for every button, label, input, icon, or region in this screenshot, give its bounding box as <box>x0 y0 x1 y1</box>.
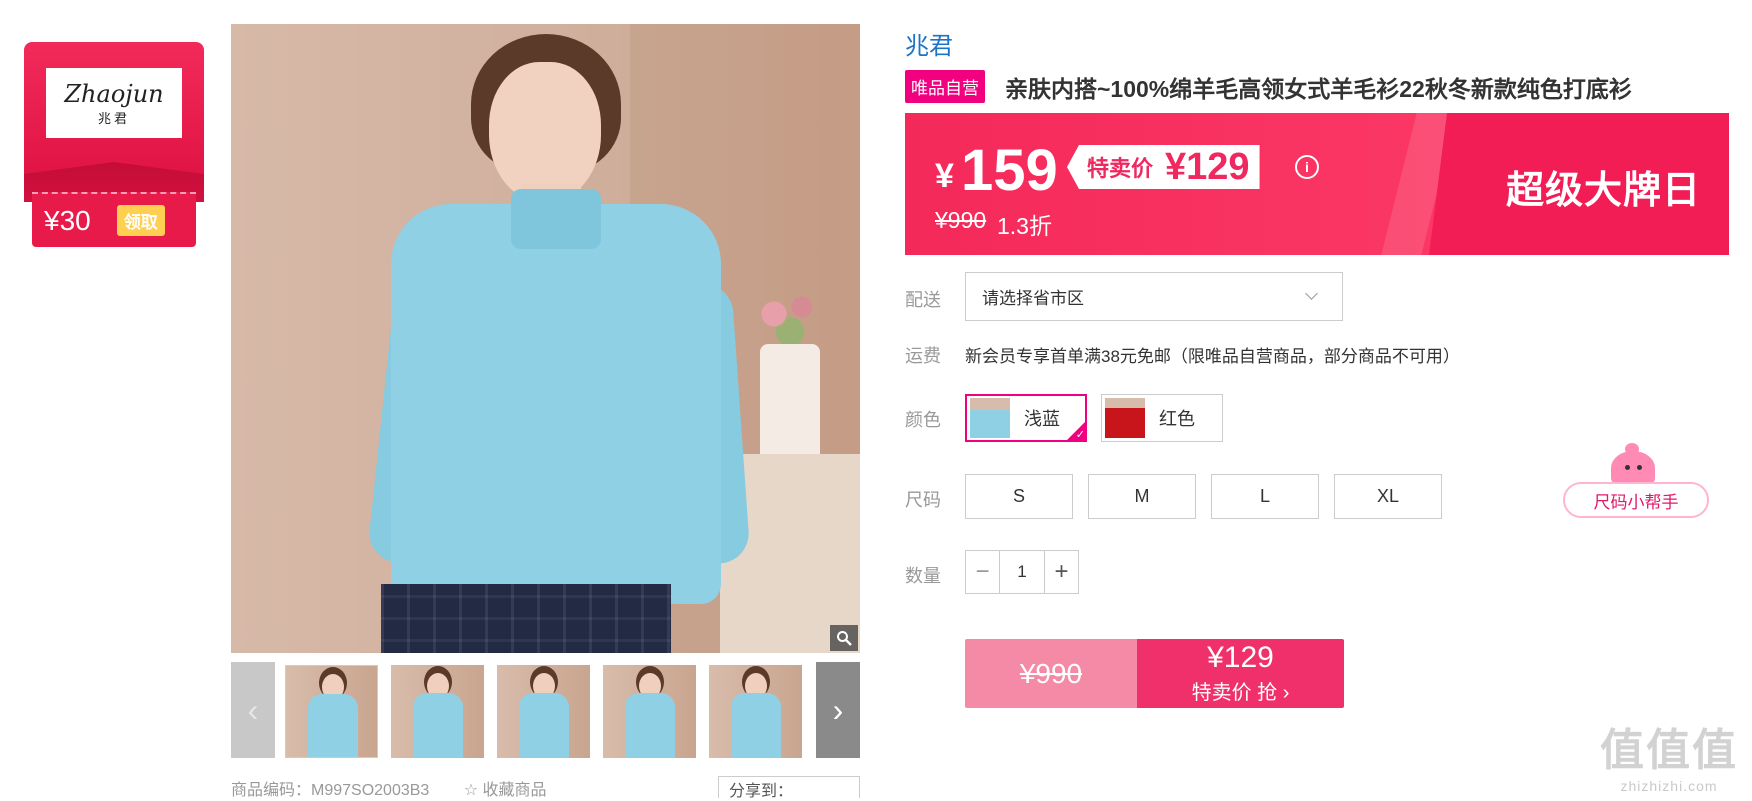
info-icon[interactable]: i <box>1295 155 1319 179</box>
thumbnail-figure-body <box>519 693 569 758</box>
quantity-input[interactable]: 1 <box>1000 551 1044 593</box>
thumbnail-figure-body <box>413 693 463 758</box>
special-price-value: ¥129 <box>1165 145 1250 188</box>
buy-cta-label: 特卖价 抢 › <box>1191 682 1290 704</box>
thumbnail-figure-body <box>308 694 358 757</box>
color-option-label: 红色 <box>1159 409 1195 429</box>
buy-special-price: ¥129 <box>1207 641 1274 674</box>
special-price-tag: 特卖价 ¥129 <box>1067 145 1260 189</box>
minus-icon[interactable]: − <box>966 551 1000 593</box>
promo-title: 超级大牌日 <box>1505 170 1701 212</box>
product-title: 亲肤内搭~100%绵羊毛高领女式羊毛衫22秋冬新款纯色打底衫 <box>1005 76 1632 102</box>
coupon-amount: ¥30 <box>44 204 91 236</box>
chevron-down-icon <box>1305 287 1318 300</box>
quantity-label: 数量 <box>905 566 941 586</box>
plus-icon[interactable]: + <box>1044 551 1078 593</box>
chevron-left-icon[interactable]: ‹ <box>231 662 275 758</box>
thumbnail-strip: ‹ › <box>231 662 860 758</box>
region-select[interactable]: 请选择省市区 <box>965 272 1343 321</box>
thumbnail[interactable] <box>391 665 484 758</box>
thumbnail[interactable] <box>497 665 590 758</box>
share-label: 分享到： <box>729 783 794 800</box>
thumbnail-figure-body <box>731 693 781 758</box>
discount-rate: 1.3折 <box>997 213 1052 239</box>
color-option-label: 浅蓝 <box>1024 409 1060 429</box>
shipping-label: 运费 <box>905 346 941 366</box>
original-price: ¥990 <box>935 207 987 233</box>
color-swatch <box>970 398 1010 438</box>
price-banner: ¥ 159 特卖价 ¥129 i ¥990 1.3折 超级大牌日 <box>905 113 1729 255</box>
mascot-eye <box>1637 465 1642 470</box>
thumbnail[interactable] <box>709 665 802 758</box>
quantity-stepper: − 1 + <box>965 550 1079 594</box>
coupon-claim-button[interactable]: 领取 <box>116 205 165 236</box>
watermark: 值值值 zhizhizhi.com <box>1594 714 1744 794</box>
self-operated-badge: 唯品自营 <box>905 70 985 103</box>
shipping-info: 新会员专享首单满38元免邮（限唯品自营商品，部分商品不可用） <box>965 347 1460 366</box>
photo-flowers <box>750 279 830 349</box>
color-label: 颜色 <box>905 410 941 430</box>
delivery-label: 配送 <box>905 290 941 310</box>
watermark-url: zhizhizhi.com <box>1620 778 1718 794</box>
main-product-image[interactable] <box>231 24 860 653</box>
thumbnail[interactable] <box>603 665 696 758</box>
photo-sweater <box>391 204 721 604</box>
color-option-red[interactable]: 红色 <box>1101 394 1223 442</box>
size-helper-button[interactable]: 尺码小帮手 <box>1563 482 1709 518</box>
mascot-icon <box>1611 443 1655 485</box>
currency-symbol: ¥ <box>935 157 954 195</box>
buy-now-panel: ¥129 特卖价 抢 › <box>1137 639 1344 708</box>
mascot-eye <box>1625 465 1630 470</box>
size-label: 尺码 <box>905 490 941 510</box>
chevron-right-icon[interactable]: › <box>816 662 860 758</box>
size-option-m[interactable]: M <box>1088 474 1196 519</box>
current-price: 159 <box>961 138 1058 203</box>
size-option-xl[interactable]: XL <box>1334 474 1442 519</box>
check-icon: ✓ <box>1065 420 1087 442</box>
region-select-value: 请选择省市区 <box>982 289 1084 308</box>
buy-original-price: ¥990 <box>965 639 1137 708</box>
photo-skirt <box>381 584 671 653</box>
share-button[interactable]: 分享到： <box>718 776 860 800</box>
brand-logo: Zhaojun 兆君 <box>46 68 182 138</box>
magnifier-icon[interactable] <box>830 625 858 651</box>
buy-button[interactable]: ¥990 ¥129 特卖价 抢 › <box>965 639 1344 708</box>
color-swatch <box>1105 398 1145 438</box>
thumbnail-figure-body <box>625 693 675 758</box>
photo-collar <box>511 189 601 249</box>
color-option-light-blue[interactable]: 浅蓝 ✓ <box>965 394 1087 442</box>
product-meta-row: 商品编码：M997SO2003B3 ☆ 收藏商品 分享到： <box>231 776 860 800</box>
special-price-label: 特卖价 <box>1087 156 1154 181</box>
thumbnail[interactable] <box>285 665 378 758</box>
coupon-card[interactable]: Zhaojun 兆君 ¥30 领取 <box>24 42 204 247</box>
brand-logo-script: Zhaojun <box>64 79 164 108</box>
brand-link[interactable]: 兆君 <box>905 26 953 61</box>
favorite-link[interactable]: ☆ 收藏商品 <box>464 782 547 799</box>
size-option-s[interactable]: S <box>965 474 1073 519</box>
coupon-bottom: ¥30 领取 <box>32 192 196 247</box>
product-code: 商品编码：M997SO2003B3 <box>231 782 430 799</box>
photo-model-face <box>489 62 601 202</box>
photo-vase <box>760 344 820 464</box>
brand-logo-cn: 兆君 <box>97 111 130 127</box>
watermark-logo: 值值值 <box>1600 726 1738 775</box>
size-option-l[interactable]: L <box>1211 474 1319 519</box>
